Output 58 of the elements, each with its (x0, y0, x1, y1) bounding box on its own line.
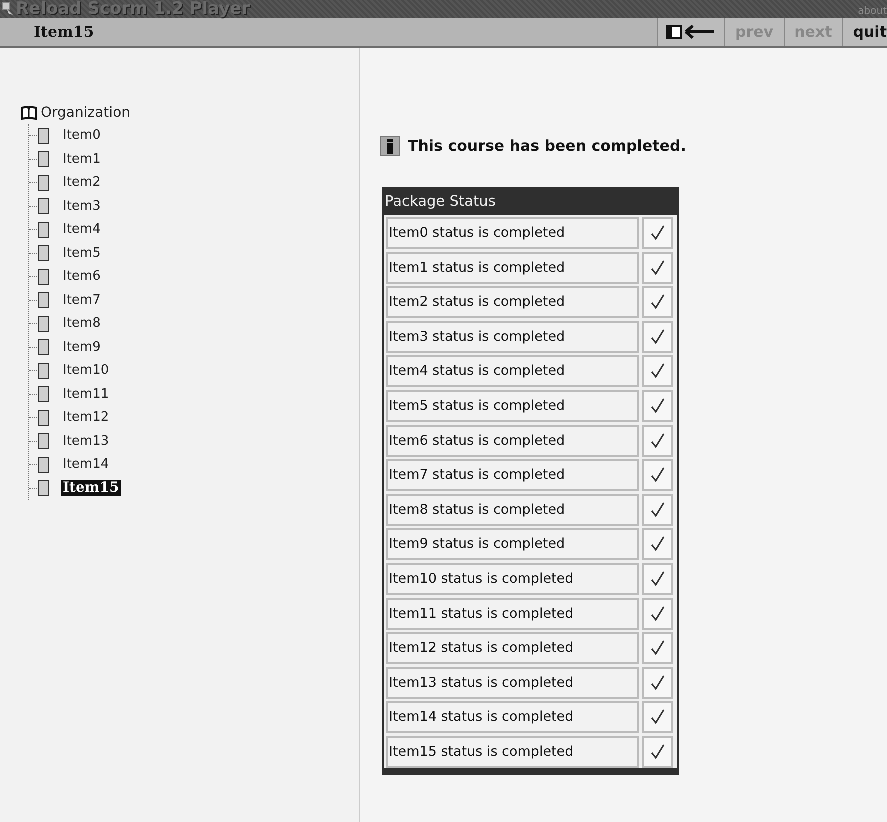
status-cell: Item13 status is completed (386, 666, 639, 699)
window-icon (2, 2, 14, 16)
page-icon (38, 222, 49, 238)
page-icon (38, 128, 49, 144)
status-cell: Item12 status is completed (386, 632, 639, 664)
status-cell: Item5 status is completed (386, 390, 639, 422)
info-icon (380, 136, 400, 156)
tree-item[interactable]: Item11 (61, 386, 112, 402)
status-cell: Item2 status is completed (386, 286, 639, 318)
panel-arrow-icon (666, 23, 716, 41)
book-icon (21, 106, 37, 120)
tree-item[interactable]: Item3 (61, 198, 103, 214)
tree-item[interactable]: Item7 (61, 292, 103, 308)
status-cell: Item0 status is completed (386, 217, 639, 249)
page-icon (38, 316, 49, 332)
tree-root-label[interactable]: Organization (41, 105, 131, 121)
page-icon (38, 174, 49, 191)
tree-item[interactable]: Item2 (61, 175, 103, 190)
status-cell: Item10 status is completed (386, 562, 639, 595)
status-cell: Item14 status is completed (386, 701, 639, 734)
page-icon (38, 362, 49, 379)
nav-button[interactable]: quit (842, 18, 887, 46)
status-cell: Item6 status is completed (386, 424, 639, 457)
page-icon (38, 480, 49, 496)
tree-item[interactable]: Item15 (61, 480, 122, 496)
page-icon (38, 198, 49, 214)
tree-item[interactable]: Item4 (61, 222, 103, 238)
status-cell: Item15 status is completed (386, 736, 639, 768)
current-item-title: Item15 (33, 22, 96, 43)
page-icon (38, 456, 49, 473)
tree-item[interactable]: Item8 (61, 316, 103, 332)
page-icon (38, 245, 49, 262)
status-cell: Item3 status is completed (386, 320, 639, 353)
status-cell: Item11 status is completed (386, 598, 639, 630)
page-icon (38, 151, 49, 168)
toggle-tree-button[interactable] (657, 18, 724, 46)
status-cell: Item4 status is completed (386, 355, 639, 388)
status-cell: Item1 status is completed (386, 252, 639, 284)
page-icon (38, 386, 49, 402)
page-icon (38, 339, 49, 356)
tree-item[interactable]: Item0 (61, 128, 103, 144)
page-icon (38, 292, 49, 308)
status-cell: Item7 status is completed (386, 459, 639, 492)
tree-item[interactable]: Item6 (61, 269, 103, 284)
panel-title: Package Status (384, 193, 497, 212)
tree-item[interactable]: Item9 (61, 340, 103, 355)
tree-item[interactable]: Item1 (61, 152, 103, 167)
page-icon (38, 433, 49, 450)
tree-item[interactable]: Item13 (61, 434, 112, 449)
page-icon (38, 410, 49, 426)
tree-item[interactable]: Item14 (61, 457, 112, 472)
page-icon (38, 268, 49, 285)
completion-message: This course has been completed. (408, 137, 686, 155)
tree-item[interactable]: Item5 (61, 246, 103, 261)
status-cell: Item9 status is completed (386, 528, 639, 560)
tree-item[interactable]: Item10 (61, 363, 112, 378)
status-cell: Item8 status is completed (386, 494, 639, 526)
tree-item[interactable]: Item12 (61, 410, 112, 426)
